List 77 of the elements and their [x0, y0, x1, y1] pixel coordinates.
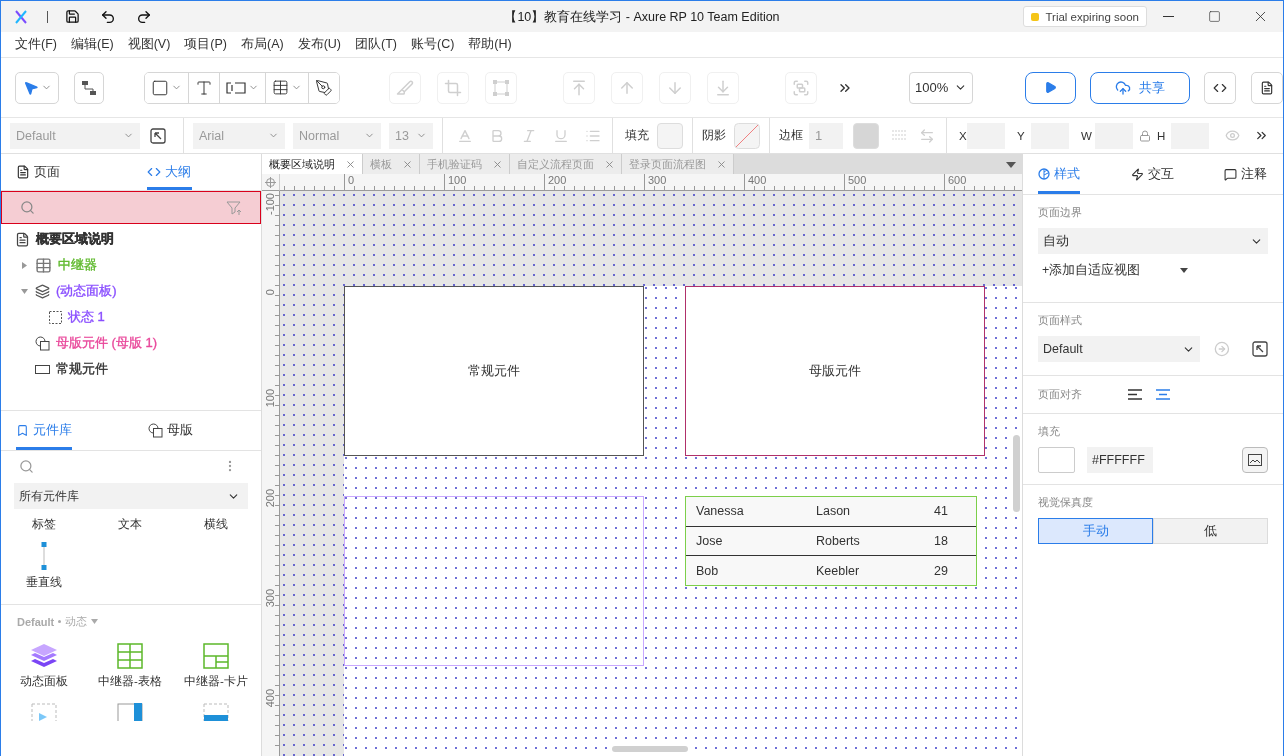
- ruler-label: 400: [744, 174, 767, 190]
- master-widget[interactable]: 母版元件: [685, 286, 985, 456]
- menu-item[interactable]: 发布(U): [290, 36, 348, 53]
- panel-tab[interactable]: 页面: [16, 154, 66, 190]
- menu-item[interactable]: 项目(P): [177, 36, 234, 53]
- panel-tab[interactable]: 样式: [1038, 154, 1080, 194]
- menu-item[interactable]: 账号(C): [404, 36, 462, 53]
- page-style-select[interactable]: Default: [1038, 336, 1201, 362]
- outline-item[interactable]: 母版元件 (母版 1): [56, 334, 158, 352]
- library-item[interactable]: 动态面板: [20, 674, 68, 689]
- menu-item[interactable]: 帮助(H): [461, 36, 519, 53]
- menu-item[interactable]: 文件(F): [8, 36, 64, 53]
- library-item[interactable]: 中继器-表格: [98, 674, 162, 689]
- ruler-label: 400: [264, 689, 277, 708]
- ruler-label: 500: [844, 174, 867, 190]
- library-item[interactable]: 标签: [32, 517, 56, 532]
- library-item[interactable]: 横线: [204, 517, 228, 532]
- library-item[interactable]: 垂直线: [26, 575, 62, 590]
- ruler-label: 0: [344, 174, 355, 190]
- table-cell-text: 18: [933, 534, 949, 548]
- table-cell-text: Roberts: [815, 534, 861, 548]
- menu-item[interactable]: 团队(T): [348, 36, 404, 53]
- add-adaptive-view-button[interactable]: +添加自适应视图: [1038, 262, 1189, 279]
- trial-badge[interactable]: Trial expiring soon: [1023, 6, 1147, 27]
- panel-tab[interactable]: 注释: [1224, 154, 1268, 194]
- section-label: 页面样式: [1038, 313, 1083, 328]
- menu-item[interactable]: 视图(V): [120, 36, 178, 53]
- page-bounds-select[interactable]: 自动: [1038, 228, 1268, 254]
- ruler-label: 300: [644, 174, 667, 190]
- shadow-label: 阴影: [702, 128, 726, 143]
- panel-tab[interactable]: 母版: [148, 411, 194, 450]
- section-label: 视觉保真度: [1038, 495, 1094, 510]
- zoom-select[interactable]: 100%: [909, 71, 973, 104]
- menu-item[interactable]: 编辑(E): [63, 36, 121, 53]
- ruler-label: 200: [264, 489, 277, 508]
- panel-tab[interactable]: 大纲: [147, 154, 193, 190]
- section-label: 页面边界: [1038, 205, 1083, 220]
- coordinate-label: X: [959, 129, 967, 142]
- menu-item[interactable]: 布局(A): [234, 36, 291, 53]
- ruler-label: 300: [264, 589, 277, 608]
- repeater-table[interactable]: Vanessa Lason 41 Jose Roberts 18 Bob Keebler 29: [685, 496, 977, 586]
- table-cell-text: Lason: [815, 504, 852, 519]
- hex-color-field[interactable]: #FFFFFF: [1087, 447, 1153, 473]
- rectangle-widget[interactable]: 常规元件: [344, 286, 644, 456]
- ruler-label: 600: [944, 174, 967, 190]
- ruler-label: 0: [264, 289, 277, 296]
- panel-tab[interactable]: 交互: [1130, 154, 1174, 194]
- ruler-label: 200: [544, 174, 567, 190]
- outline-item[interactable]: (动态面板): [56, 282, 117, 300]
- library-name: Default: [17, 615, 55, 628]
- fidelity-option[interactable]: 低: [1153, 518, 1268, 544]
- panel-tab[interactable]: 元件库: [16, 411, 72, 450]
- coordinate-label: W: [1081, 129, 1093, 142]
- library-item[interactable]: 文本: [118, 517, 142, 532]
- ruler-label: 100: [444, 174, 467, 190]
- fill-label: 填充: [625, 128, 649, 143]
- table-cell-text: 41: [933, 504, 949, 519]
- ruler-label: 100: [264, 389, 277, 408]
- coordinate-label: Y: [1017, 129, 1026, 142]
- section-label: 页面对齐: [1038, 387, 1083, 402]
- outline-item[interactable]: 状态 1: [68, 308, 105, 326]
- table-cell-text: Vanessa: [695, 504, 745, 519]
- section-label: 填充: [1038, 424, 1061, 439]
- window-title: 【10】教育在线学习 - Axure RP 10 Team Edition: [504, 9, 780, 26]
- outline-item[interactable]: 常规元件: [56, 360, 108, 378]
- ruler-label: -100: [264, 193, 277, 216]
- library-item[interactable]: 中继器-卡片: [184, 674, 248, 689]
- library-select[interactable]: 所有元件库: [14, 483, 248, 509]
- border-label: 边框: [779, 128, 803, 143]
- share-button[interactable]: 共享: [1090, 71, 1190, 104]
- table-cell-text: 29: [933, 563, 949, 578]
- table-cell-text: Jose: [695, 534, 724, 548]
- table-cell-text: Keebler: [815, 563, 861, 578]
- outline-item[interactable]: 概要区域说明: [36, 230, 114, 248]
- document-tab[interactable]: 概要区域说明: [262, 154, 363, 174]
- coordinate-label: H: [1157, 129, 1167, 142]
- table-cell-text: Bob: [695, 563, 720, 578]
